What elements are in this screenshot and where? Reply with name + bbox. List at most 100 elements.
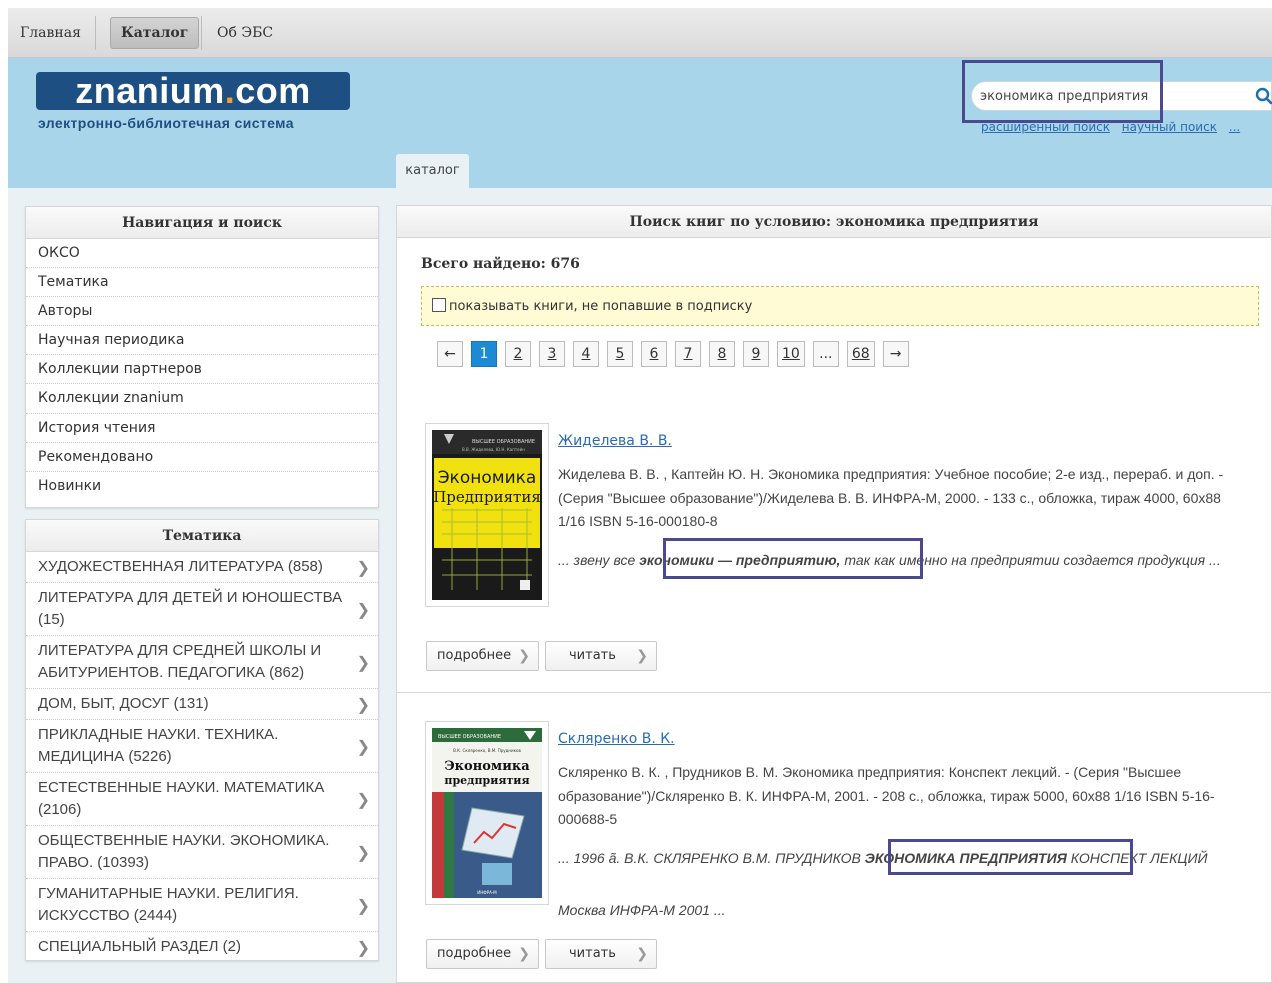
details-button[interactable]: подробнее ❯ <box>426 939 539 969</box>
nav-catalog[interactable]: Каталог <box>110 17 200 49</box>
chevron-right-icon: ❯ <box>356 655 370 672</box>
book-author-link[interactable]: Жиделева В. В. <box>558 433 672 449</box>
topic-item[interactable]: ЕСТЕСТВЕННЫЕ НАУКИ. МАТЕМАТИКА (2106) ❯ <box>26 773 378 826</box>
logo-text: com <box>235 70 311 111</box>
cover-series-text: ВЫСШЕЕ ОБРАЗОВАНИЕ <box>472 439 535 445</box>
page-link[interactable]: 10 <box>777 341 805 367</box>
nav-link-authors[interactable]: Авторы <box>26 297 378 327</box>
more-search-link[interactable]: ... <box>1229 120 1240 134</box>
snippet-highlight: экономики — предприятию, <box>639 552 841 568</box>
nav-link-znanium-collections[interactable]: Коллекции znanium <box>26 384 378 414</box>
topic-label: ОБЩЕСТВЕННЫЕ НАУКИ. ЭКОНОМИКА. ПРАВО. (1… <box>38 832 330 871</box>
chevron-right-icon: ❯ <box>636 648 648 664</box>
topic-item[interactable]: ПРИКЛАДНЫЕ НАУКИ. ТЕХНИКА. МЕДИЦИНА (522… <box>26 720 378 773</box>
page-link[interactable]: 68 <box>846 341 875 367</box>
nav-link-new[interactable]: Новинки <box>26 472 378 501</box>
topic-item[interactable]: ЛИТЕРАТУРА ДЛЯ СРЕДНЕЙ ШКОЛЫ И АБИТУРИЕН… <box>26 636 378 689</box>
nav-link-partner-collections[interactable]: Коллекции партнеров <box>26 355 378 385</box>
chevron-right-icon: ❯ <box>518 946 530 962</box>
site-logo[interactable]: znanium.com <box>36 72 350 110</box>
page-next[interactable]: → <box>882 341 909 367</box>
tab-catalog[interactable]: каталог <box>396 154 469 188</box>
chevron-right-icon: ❯ <box>356 898 370 915</box>
page-ellipsis: ... <box>812 341 839 367</box>
book-snippet: ... 1996 ã. В.К. СКЛЯРЕНКО В.М. ПРУДНИКО… <box>558 832 1258 936</box>
topic-item[interactable]: ГУМАНИТАРНЫЕ НАУКИ. РЕЛИГИЯ. ИСКУССТВО (… <box>26 879 378 932</box>
nav-separator <box>95 16 96 50</box>
topic-label: ПРИКЛАДНЫЕ НАУКИ. ТЕХНИКА. МЕДИЦИНА (522… <box>38 726 279 765</box>
navigation-panel: Навигация и поиск ОКСО Тематика Авторы Н… <box>25 206 379 508</box>
page-link[interactable]: 3 <box>539 341 565 367</box>
topics-panel: Тематика ХУДОЖЕСТВЕННАЯ ЛИТЕРАТУРА (858)… <box>25 519 379 961</box>
cover-authors-text: В.В. Жиделева, Ю.Н. Каптейн <box>462 447 525 452</box>
site-header: znanium.com электронно-библиотечная сист… <box>8 58 1272 188</box>
details-button-label: подробнее <box>437 946 512 961</box>
topic-item[interactable]: ОБЩЕСТВЕННЫЕ НАУКИ. ЭКОНОМИКА. ПРАВО. (1… <box>26 826 378 879</box>
topic-item[interactable]: ЛИТЕРАТУРА ДЛЯ ДЕТЕЙ И ЮНОШЕСТВА (15) ❯ <box>26 583 378 636</box>
details-button[interactable]: подробнее ❯ <box>426 641 539 671</box>
nav-link-topics[interactable]: Тематика <box>26 268 378 298</box>
chevron-right-icon: ❯ <box>518 648 530 664</box>
search-results-panel: Поиск книг по условию: экономика предпри… <box>396 205 1272 983</box>
nav-link-reading-history[interactable]: История чтения <box>26 414 378 443</box>
chevron-right-icon: ❯ <box>356 792 370 809</box>
logo-subtitle: электронно-библиотечная система <box>38 115 294 131</box>
cover-series-text: ВЫСШЕЕ ОБРАЗОВАНИЕ <box>438 734 501 740</box>
page-link[interactable]: 8 <box>709 341 735 367</box>
topics-panel-title: Тематика <box>26 520 378 552</box>
navigation-panel-title: Навигация и поиск <box>26 207 378 239</box>
book-cover[interactable]: ВЫСШЕЕ ОБРАЗОВАНИЕ В.В. Жиделева, Ю.Н. К… <box>425 423 549 607</box>
cover-title-line-2: предприятия <box>444 774 529 787</box>
topic-item[interactable]: СПЕЦИАЛЬНЫЙ РАЗДЕЛ (2) ❯ <box>26 932 378 962</box>
book-cover[interactable]: ВЫСШЕЕ ОБРАЗОВАНИЕ В.К. Скляренко, В.М. … <box>425 721 549 905</box>
scientific-search-link[interactable]: научный поиск <box>1122 120 1217 134</box>
chevron-right-icon: ❯ <box>356 845 370 862</box>
subscription-checkbox[interactable] <box>432 298 446 312</box>
logo-text: znanium <box>75 70 225 111</box>
topic-item[interactable]: ДОМ, БЫТ, ДОСУГ (131) ❯ <box>26 689 378 720</box>
page-link[interactable]: 2 <box>505 341 531 367</box>
page-link[interactable]: 9 <box>743 341 769 367</box>
page-prev[interactable]: ← <box>437 341 463 367</box>
topic-item[interactable]: ХУДОЖЕСТВЕННАЯ ЛИТЕРАТУРА (858) ❯ <box>26 552 378 583</box>
page-link[interactable]: 1 <box>471 341 497 367</box>
read-button[interactable]: читать ❯ <box>545 641 657 671</box>
page-link[interactable]: 7 <box>675 341 701 367</box>
page-link[interactable]: 6 <box>641 341 667 367</box>
nav-home[interactable]: Главная <box>10 17 91 49</box>
chevron-right-icon: ❯ <box>356 560 370 577</box>
nav-about[interactable]: Об ЭБС <box>207 17 283 49</box>
snippet-highlight: ЭКОНОМИКА ПРЕДПРИЯТИЯ <box>864 850 1067 866</box>
book-snippet: ... звену все экономики — предприятию, т… <box>558 534 1258 586</box>
book-description: Скляренко В. К. , Прудников В. М. Эконом… <box>558 764 1215 827</box>
chevron-right-icon: ❯ <box>356 739 370 756</box>
chevron-right-icon: ❯ <box>636 946 648 962</box>
topic-label: ГУМАНИТАРНЫЕ НАУКИ. РЕЛИГИЯ. ИСКУССТВО (… <box>38 885 299 924</box>
details-button-label: подробнее <box>437 648 512 663</box>
logo-dot: . <box>224 70 236 111</box>
search-icon[interactable] <box>1255 87 1272 105</box>
cover-title-line-1: Экономика <box>444 759 530 774</box>
page-link[interactable]: 4 <box>573 341 599 367</box>
nav-link-okso[interactable]: ОКСО <box>26 239 378 269</box>
read-button[interactable]: читать ❯ <box>545 939 657 969</box>
chevron-right-icon: ❯ <box>356 697 370 714</box>
book-author-link[interactable]: Скляренко В. К. <box>558 731 675 747</box>
advanced-search-link[interactable]: расширенный поиск <box>981 120 1110 134</box>
topic-label: ЕСТЕСТВЕННЫЕ НАУКИ. МАТЕМАТИКА (2106) <box>38 779 325 818</box>
snippet-suffix: так как именно на предприятии создается … <box>844 552 1221 568</box>
nav-separator <box>201 16 202 50</box>
chevron-right-icon: ❯ <box>356 940 370 957</box>
results-divider <box>397 692 1272 693</box>
book-description: Жиделева В. В. , Каптейн Ю. Н. Экономика… <box>558 466 1224 529</box>
cover-authors-text: В.К. Скляренко, В.М. Прудников <box>453 748 521 753</box>
nav-link-periodicals[interactable]: Научная периодика <box>26 326 378 356</box>
results-title: Поиск книг по условию: экономика предпри… <box>397 206 1271 238</box>
search-input[interactable] <box>971 81 1272 111</box>
nav-link-recommended[interactable]: Рекомендовано <box>26 443 378 472</box>
page-link[interactable]: 5 <box>607 341 633 367</box>
snippet-prefix: ... звену все <box>558 552 636 568</box>
read-button-label: читать <box>569 946 616 961</box>
subscription-filter-label: показывать книги, не попавшие в подписку <box>449 299 753 314</box>
read-button-label: читать <box>569 648 616 663</box>
